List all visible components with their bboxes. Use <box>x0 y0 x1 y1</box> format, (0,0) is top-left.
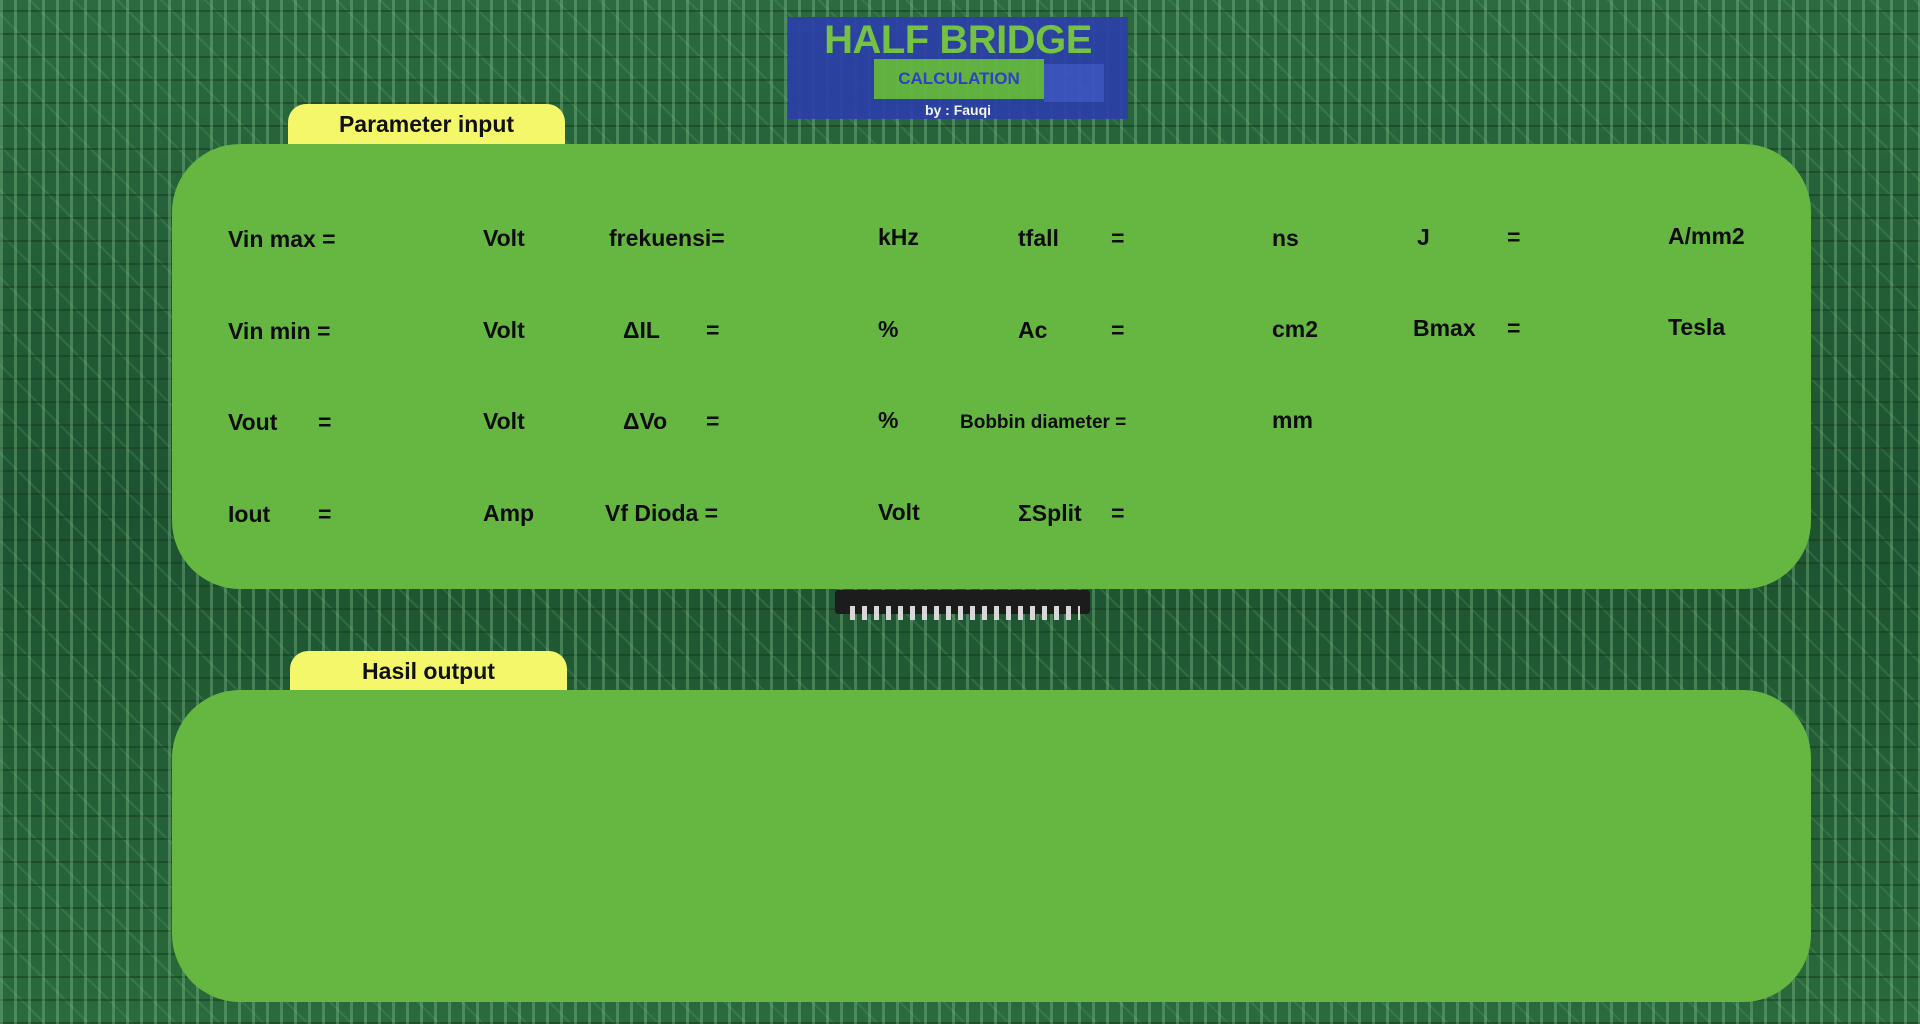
bmax-equals: = <box>1507 315 1521 341</box>
j-unit: A/mm2 <box>1668 223 1745 249</box>
delta-vo-equals: = <box>706 408 720 434</box>
ac-equals: = <box>1111 317 1125 343</box>
vin-min-label: Vin min = <box>228 318 331 344</box>
output-panel <box>172 690 1811 1002</box>
calculation-tab[interactable]: CALCULATION <box>874 59 1044 99</box>
frekuensi-unit: kHz <box>878 224 919 250</box>
bobbin-diameter-unit: mm <box>1272 407 1313 433</box>
vout-unit: Volt <box>483 408 525 434</box>
app-header: HALF BRIDGE CALCULATION by : Fauqi <box>788 17 1128 119</box>
vin-max-label: Vin max = <box>228 226 336 252</box>
iout-equals: = <box>318 501 332 527</box>
delta-vo-unit: % <box>878 407 899 433</box>
bobbin-diameter-label: Bobbin diameter = <box>960 412 1127 433</box>
author-credit: by : Fauqi <box>924 102 992 118</box>
tfall-equals: = <box>1111 225 1125 251</box>
vout-equals: = <box>318 409 332 435</box>
iout-unit: Amp <box>483 500 535 526</box>
vin-max-unit: Volt <box>483 225 525 251</box>
ac-unit: cm2 <box>1272 316 1319 342</box>
tfall-unit: ns <box>1272 225 1299 251</box>
tab-hasil-output[interactable]: Hasil output <box>290 651 567 693</box>
background-chip-pins <box>850 606 1080 620</box>
delta-il-unit: % <box>878 316 899 342</box>
iout-label: Iout <box>228 501 271 527</box>
tfall-label: tfall <box>1018 225 1059 251</box>
app-title: HALF BRIDGE <box>824 18 1092 62</box>
j-label: J <box>1417 224 1430 250</box>
split-label: ΣSplit <box>1018 500 1082 526</box>
vin-min-unit: Volt <box>483 317 525 343</box>
parameter-input-panel: Vin max = Volt Vin min = Volt Vout = Vol… <box>172 144 1811 589</box>
ac-label: Ac <box>1018 317 1048 343</box>
vf-dioda-label: Vf Dioda = <box>605 500 719 526</box>
tab-parameter-input[interactable]: Parameter input <box>288 104 565 146</box>
header-accent-block <box>1044 64 1104 102</box>
split-equals: = <box>1111 500 1125 526</box>
frekuensi-label: frekuensi= <box>609 225 725 251</box>
bmax-label: Bmax <box>1413 315 1476 341</box>
delta-il-label: ΔIL <box>623 317 660 343</box>
delta-il-equals: = <box>706 317 720 343</box>
j-equals: = <box>1507 224 1521 250</box>
bmax-unit: Tesla <box>1668 314 1726 340</box>
delta-vo-label: ΔVo <box>623 408 668 434</box>
vout-label: Vout <box>228 409 278 435</box>
vf-dioda-unit: Volt <box>878 499 920 525</box>
